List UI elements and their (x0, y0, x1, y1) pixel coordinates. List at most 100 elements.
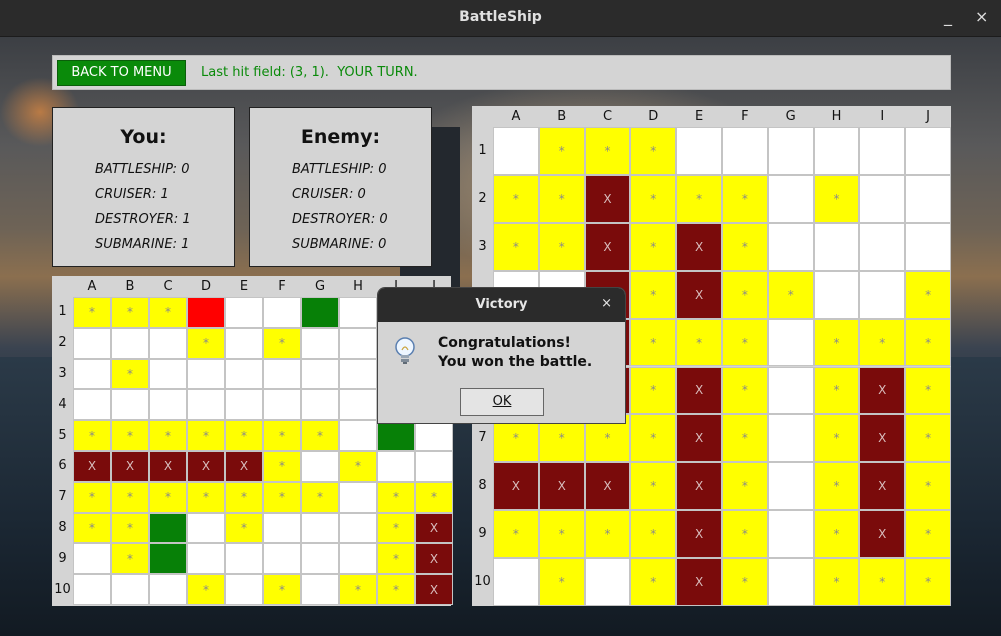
enemy-board-cell[interactable] (767, 462, 814, 511)
player-board-cell[interactable] (149, 543, 187, 575)
player-board-cell[interactable] (415, 420, 453, 451)
player-board-cell[interactable]: X (415, 574, 453, 605)
player-board-cell[interactable] (149, 389, 187, 421)
enemy-board-cell[interactable] (676, 127, 722, 175)
enemy-board-cell[interactable]: * (767, 270, 814, 319)
player-board-cell[interactable] (377, 451, 415, 482)
player-board-cell[interactable] (225, 297, 263, 328)
enemy-board-cell[interactable]: * (813, 558, 860, 606)
player-board-cell[interactable] (339, 543, 377, 575)
back-to-menu-button[interactable]: BACK TO MENU (57, 60, 186, 86)
player-board-cell[interactable] (73, 543, 111, 575)
player-board-cell[interactable] (111, 389, 149, 421)
enemy-board-cell[interactable]: * (722, 558, 768, 606)
enemy-board-cell[interactable]: * (859, 318, 906, 367)
enemy-board-cell[interactable]: * (493, 510, 539, 559)
enemy-board-cell[interactable] (905, 127, 951, 175)
enemy-board-cell[interactable]: * (630, 270, 677, 319)
player-board-cell[interactable]: * (149, 420, 187, 451)
enemy-board-cell[interactable]: * (813, 174, 860, 223)
enemy-board-cell[interactable]: * (538, 558, 585, 606)
enemy-board-cell[interactable]: * (584, 127, 631, 175)
player-board-cell[interactable] (149, 574, 187, 605)
dialog-close-icon[interactable]: × (601, 296, 612, 311)
enemy-board-cell[interactable]: X (584, 462, 631, 511)
enemy-board-cell[interactable]: * (630, 462, 677, 511)
player-board-cell[interactable]: * (263, 420, 301, 451)
player-board-cell[interactable]: X (73, 451, 111, 482)
player-board-cell[interactable] (301, 297, 339, 328)
player-board-cell[interactable]: * (111, 481, 149, 513)
enemy-board-cell[interactable]: X (859, 510, 906, 559)
enemy-board-cell[interactable]: X (859, 366, 906, 415)
enemy-board-cell[interactable] (859, 270, 906, 319)
player-board-cell[interactable] (73, 358, 111, 390)
player-board-cell[interactable]: * (263, 327, 301, 359)
player-board-cell[interactable] (263, 389, 301, 421)
player-board-cell[interactable]: X (415, 543, 453, 575)
enemy-board-cell[interactable]: X (584, 174, 631, 223)
player-board-cell[interactable]: X (225, 451, 263, 482)
player-board-cell[interactable]: * (111, 297, 149, 328)
enemy-board-cell[interactable]: * (905, 270, 951, 319)
player-board-cell[interactable] (187, 512, 225, 544)
enemy-board-cell[interactable]: * (813, 510, 860, 559)
minimize-button[interactable]: _ (944, 7, 952, 26)
enemy-board-cell[interactable]: X (676, 270, 722, 319)
enemy-board-cell[interactable]: * (905, 366, 951, 415)
enemy-board-cell[interactable] (905, 174, 951, 223)
player-board-cell[interactable]: * (73, 297, 111, 328)
player-board-cell[interactable] (415, 451, 453, 482)
player-board-cell[interactable] (225, 574, 263, 605)
enemy-board-cell[interactable] (859, 174, 906, 223)
close-window-button[interactable]: × (975, 7, 988, 26)
player-board-cell[interactable] (339, 512, 377, 544)
player-board-cell[interactable] (339, 327, 377, 359)
enemy-board-cell[interactable]: * (813, 414, 860, 463)
player-board-cell[interactable]: * (149, 297, 187, 328)
enemy-board-cell[interactable]: * (722, 222, 768, 271)
player-board-cell[interactable] (301, 358, 339, 390)
enemy-board-cell[interactable] (767, 414, 814, 463)
player-board-cell[interactable] (225, 543, 263, 575)
player-board-cell[interactable] (301, 451, 339, 482)
player-board-cell[interactable] (263, 512, 301, 544)
player-board-cell[interactable] (111, 327, 149, 359)
player-board-cell[interactable] (73, 389, 111, 421)
player-board-cell[interactable]: * (339, 451, 377, 482)
enemy-board-cell[interactable] (905, 222, 951, 271)
player-board-cell[interactable] (225, 327, 263, 359)
player-board-cell[interactable]: * (111, 512, 149, 544)
player-board-cell[interactable] (301, 327, 339, 359)
player-board-cell[interactable] (187, 358, 225, 390)
enemy-board-cell[interactable]: * (722, 510, 768, 559)
player-board-cell[interactable] (301, 389, 339, 421)
player-board-cell[interactable] (339, 481, 377, 513)
enemy-board-cell[interactable] (584, 558, 631, 606)
enemy-board-cell[interactable]: * (813, 462, 860, 511)
player-board-cell[interactable]: * (111, 543, 149, 575)
enemy-board-cell[interactable]: X (859, 414, 906, 463)
player-board-cell[interactable]: * (73, 512, 111, 544)
player-board-cell[interactable]: * (377, 543, 415, 575)
enemy-board-cell[interactable]: * (813, 366, 860, 415)
enemy-board-cell[interactable]: * (722, 462, 768, 511)
player-board-cell[interactable]: X (415, 512, 453, 544)
enemy-board-cell[interactable] (859, 127, 906, 175)
enemy-board-cell[interactable]: * (722, 174, 768, 223)
player-board-cell[interactable]: * (263, 574, 301, 605)
player-board-cell[interactable]: * (187, 420, 225, 451)
enemy-board-cell[interactable]: * (676, 174, 722, 223)
enemy-board-cell[interactable] (493, 127, 539, 175)
enemy-board-cell[interactable] (767, 222, 814, 271)
player-board-cell[interactable]: * (301, 481, 339, 513)
enemy-board-cell[interactable] (722, 127, 768, 175)
enemy-board-cell[interactable]: * (905, 462, 951, 511)
player-board-cell[interactable] (377, 420, 415, 451)
player-board-cell[interactable]: * (225, 481, 263, 513)
player-board-cell[interactable] (73, 574, 111, 605)
player-board-cell[interactable]: * (187, 574, 225, 605)
enemy-board-cell[interactable]: * (905, 558, 951, 606)
enemy-board-cell[interactable] (859, 222, 906, 271)
enemy-board-cell[interactable]: * (538, 510, 585, 559)
